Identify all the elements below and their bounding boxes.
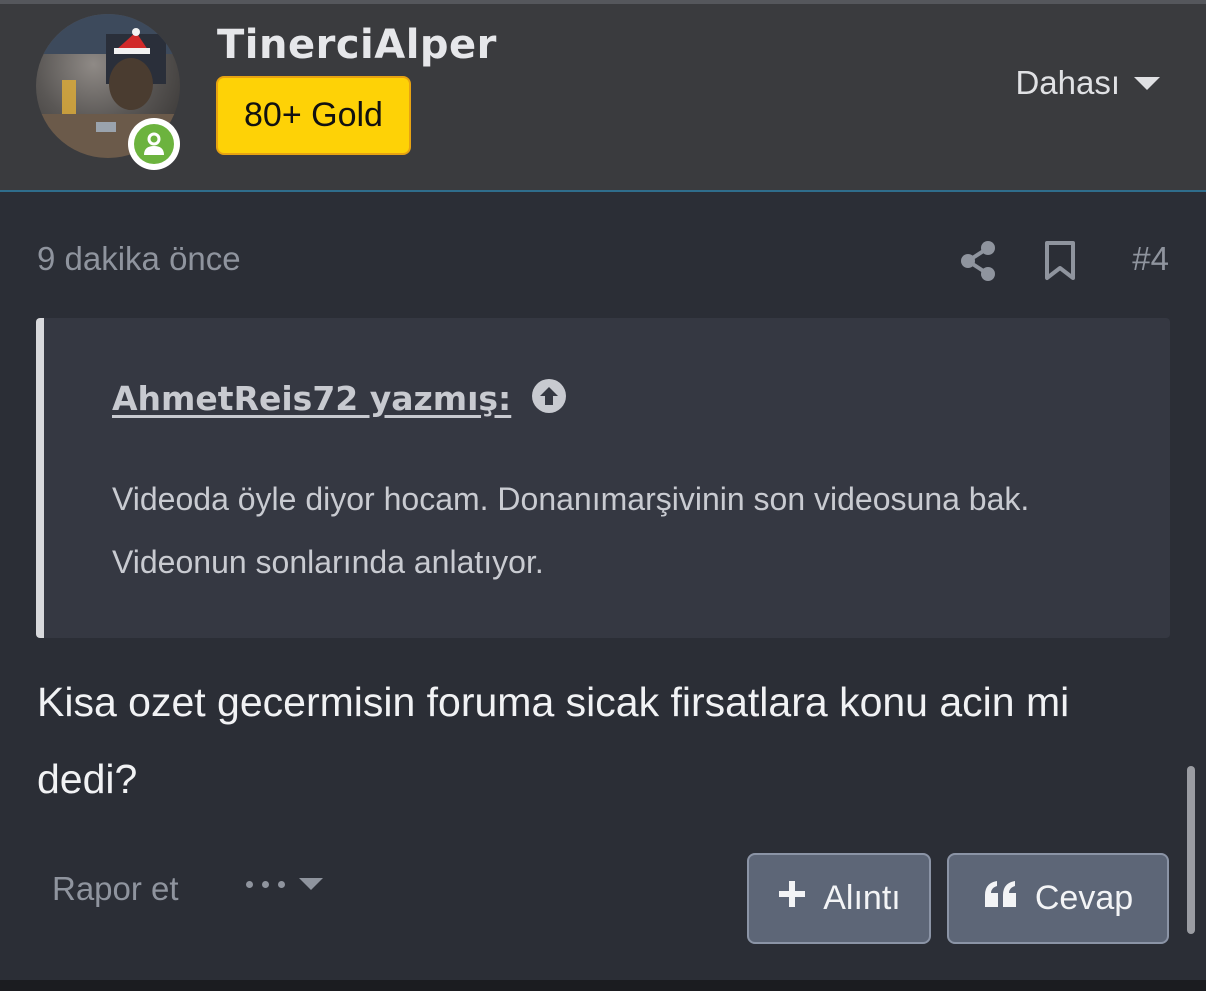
user-icon <box>144 132 164 155</box>
bottom-border <box>0 980 1206 991</box>
quote-block: AhmetReis72 yazmış: Videoda öyle diyor h… <box>36 318 1170 638</box>
post-timestamp[interactable]: 9 dakika önce <box>37 240 241 278</box>
quote-author: AhmetReis72 yazmış: <box>112 378 567 418</box>
post-header: TinerciAlper 80+ Gold Dahası <box>0 4 1206 192</box>
quote-text: Videoda öyle diyor hocam. Donanımarşivin… <box>112 481 1030 580</box>
more-menu-label: Dahası <box>1015 64 1120 101</box>
report-link[interactable]: Rapor et <box>52 870 179 908</box>
share-icon[interactable] <box>959 240 997 286</box>
more-menu-button[interactable]: Dahası <box>1015 64 1160 102</box>
quote-button-label: Alıntı <box>823 879 901 917</box>
online-status-badge <box>128 118 180 170</box>
post-meta: 9 dakika önce #4 <box>37 236 1169 286</box>
bookmark-icon[interactable] <box>1043 240 1077 286</box>
post-actions: Rapor et Alıntı Cevap <box>0 850 1206 950</box>
user-rank-badge: 80+ Gold <box>216 76 411 155</box>
scrollbar[interactable] <box>1187 766 1195 934</box>
username[interactable]: TinerciAlper <box>217 22 497 68</box>
caret-down-icon <box>1134 76 1160 90</box>
post-number[interactable]: #4 <box>1132 240 1169 278</box>
more-actions-button[interactable] <box>246 878 323 890</box>
quote-author-link[interactable]: AhmetReis72 yazmış: <box>112 379 511 418</box>
plus-icon <box>777 879 807 918</box>
post-body: Kisa ozet gecermisin foruma sicak firsat… <box>37 679 1070 802</box>
reply-button[interactable]: Cevap <box>947 853 1169 944</box>
caret-down-icon <box>299 878 323 890</box>
ellipsis-icon <box>246 880 285 888</box>
quote-marks-icon <box>983 879 1019 918</box>
reply-button-label: Cevap <box>1034 879 1134 917</box>
quote-button[interactable]: Alıntı <box>747 853 931 944</box>
arrow-up-circle-icon[interactable] <box>531 378 567 418</box>
